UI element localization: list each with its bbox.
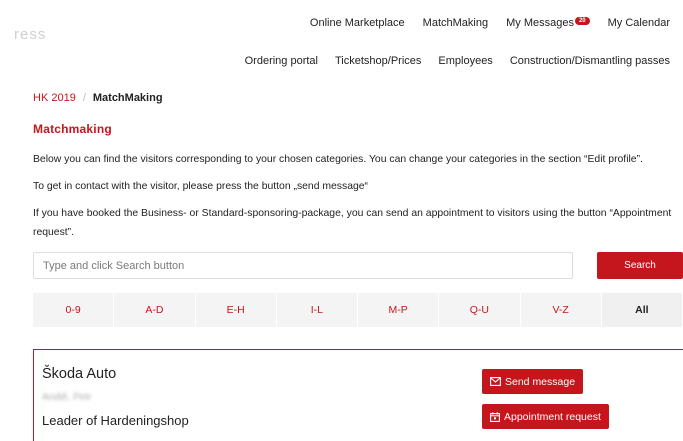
nav-matchmaking[interactable]: MatchMaking [423, 17, 488, 29]
nav-construction-passes[interactable]: Construction/Dismantling passes [510, 55, 670, 67]
filter-q-u[interactable]: Q-U [439, 293, 521, 327]
filter-a-d[interactable]: A-D [114, 293, 196, 327]
visitor-contact-name: Andiě, Petr [42, 392, 92, 403]
send-message-label: Send message [505, 375, 576, 388]
messages-count-badge: 20 [574, 17, 590, 25]
filter-0-9[interactable]: 0-9 [33, 293, 115, 327]
appointment-request-label: Appointment request [504, 410, 601, 423]
breadcrumb: HK 2019 / MatchMaking [33, 92, 163, 104]
search-button[interactable]: Search [597, 252, 683, 279]
logo: ress [14, 26, 47, 43]
nav-my-messages-label: My Messages [506, 17, 574, 29]
visitor-card: Škoda Auto Andiě, Petr Leader of Hardeni… [33, 349, 683, 441]
nav-ordering-portal[interactable]: Ordering portal [245, 55, 318, 67]
nav-my-calendar[interactable]: My Calendar [608, 17, 670, 29]
alphabet-filter: 0-9 A-D E-H I-L M-P Q-U V-Z All [33, 293, 683, 327]
nav-ticketshop[interactable]: Ticketshop/Prices [335, 55, 421, 67]
intro-paragraph-appointment: If you have booked the Business- or Stan… [33, 208, 672, 238]
filter-all[interactable]: All [601, 293, 683, 327]
filter-e-h[interactable]: E-H [195, 293, 277, 327]
visitor-company: Škoda Auto [42, 366, 117, 382]
search-input[interactable] [33, 252, 573, 279]
appointment-request-button[interactable]: Appointment request [482, 404, 609, 429]
page-title: Matchmaking [33, 122, 112, 136]
nav-employees[interactable]: Employees [438, 55, 492, 67]
filter-v-z[interactable]: V-Z [520, 293, 602, 327]
secondary-navigation: Ordering portal Ticketshop/Prices Employ… [245, 55, 670, 67]
breadcrumb-separator: / [82, 92, 86, 104]
nav-online-marketplace[interactable]: Online Marketplace [310, 17, 405, 29]
top-navigation: Online Marketplace MatchMaking My Messag… [310, 17, 670, 29]
calendar-icon [490, 411, 500, 422]
send-message-button[interactable]: Send message [482, 369, 584, 394]
breadcrumb-home-link[interactable]: HK 2019 [33, 92, 76, 104]
intro-paragraph-contact: To get in contact with the visitor, plea… [33, 181, 368, 192]
filter-m-p[interactable]: M-P [358, 293, 440, 327]
intro-paragraph-categories: Below you can find the visitors correspo… [33, 154, 643, 165]
filter-i-l[interactable]: I-L [276, 293, 358, 327]
visitor-role: Leader of Hardeningshop [42, 413, 189, 428]
envelope-icon [490, 377, 501, 386]
nav-my-messages[interactable]: My Messages 20 [506, 17, 590, 29]
breadcrumb-current: MatchMaking [92, 92, 163, 104]
